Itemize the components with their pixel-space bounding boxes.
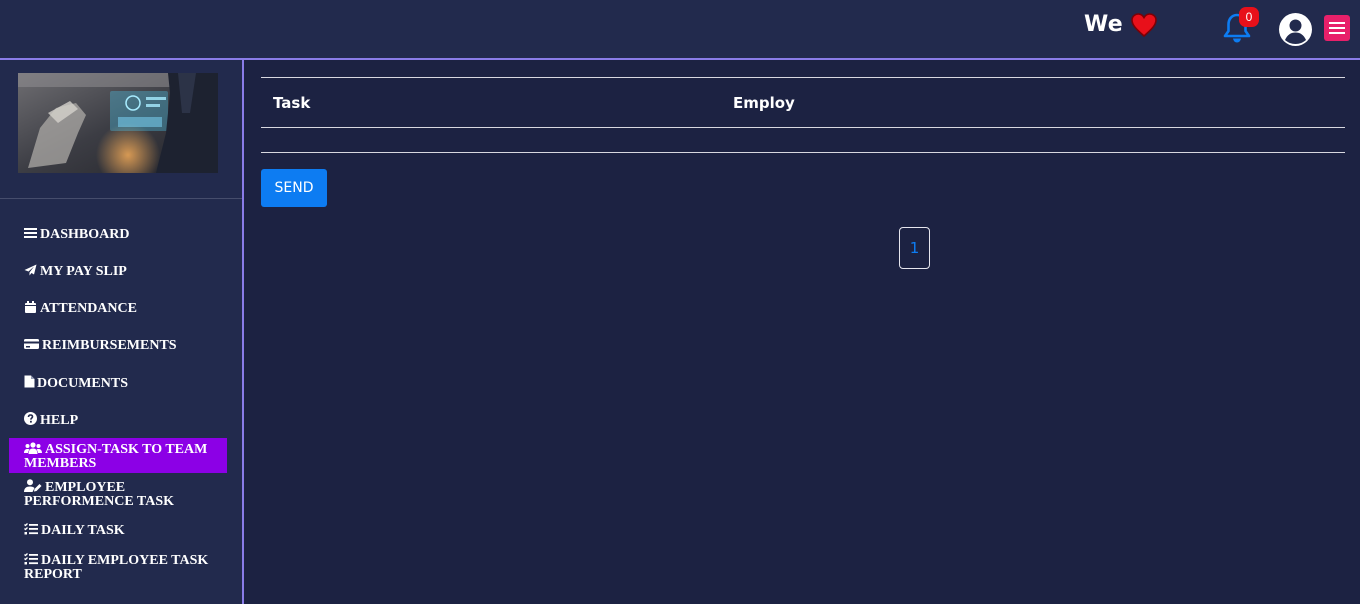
column-header-task: Task xyxy=(273,94,311,112)
tasks-icon xyxy=(24,553,38,565)
table-header-border xyxy=(261,127,1345,128)
sidebar-item-label: EMPLOYEE PERFORMENCE TASK xyxy=(24,480,174,509)
sidebar-item-label: DOCUMENTS xyxy=(37,376,129,391)
tasks-icon xyxy=(24,523,38,535)
sidebar-item-employee-performence-task[interactable]: EMPLOYEE PERFORMENCE TASK xyxy=(9,479,227,509)
top-bar: We 0 xyxy=(0,0,1360,58)
sidebar-item-documents[interactable]: DOCUMENTS xyxy=(9,375,227,391)
menu-line xyxy=(1329,22,1345,24)
menu-line xyxy=(1329,27,1345,29)
hamburger-menu-button[interactable] xyxy=(1324,15,1350,41)
table-bottom-border xyxy=(261,152,1345,153)
menu-line xyxy=(1329,32,1345,34)
sidebar-item-label: REIMBURSEMENTS xyxy=(42,338,177,353)
pagination-page-1[interactable]: 1 xyxy=(899,227,930,269)
sidebar-item-attendance[interactable]: ATTENDANCE xyxy=(9,301,227,316)
user-edit-icon xyxy=(24,479,42,492)
sidebar: DASHBOARD MY PAY SLIP ATTENDANCE REIMBUR… xyxy=(0,60,244,604)
sidebar-item-reimbursements[interactable]: REIMBURSEMENTS xyxy=(9,338,227,353)
sidebar-item-label: DASHBOARD xyxy=(40,227,130,242)
sidebar-item-label: ATTENDANCE xyxy=(40,301,137,316)
sidebar-item-label: DAILY TASK xyxy=(41,523,125,538)
table-top-border xyxy=(261,77,1345,78)
company-banner-image xyxy=(18,73,218,173)
sidebar-item-label: HELP xyxy=(40,413,79,428)
bars-icon xyxy=(24,228,37,238)
sidebar-item-my-pay-slip[interactable]: MY PAY SLIP xyxy=(9,264,227,279)
sidebar-item-assign-task[interactable]: ASSIGN-TASK TO TEAM MEMBERS xyxy=(9,438,227,473)
sidebar-item-daily-task[interactable]: DAILY TASK xyxy=(9,523,227,538)
brand-text: We xyxy=(1084,12,1124,37)
paper-plane-icon xyxy=(24,264,37,276)
sidebar-item-help[interactable]: HELP xyxy=(9,412,227,428)
sidebar-item-label: MY PAY SLIP xyxy=(40,264,127,279)
brand: We xyxy=(1084,12,1157,37)
user-avatar-icon[interactable] xyxy=(1279,13,1312,46)
sidebar-item-dashboard[interactable]: DASHBOARD xyxy=(9,227,227,242)
sidebar-item-label: DAILY EMPLOYEE TASK REPORT xyxy=(24,553,209,582)
sidebar-item-daily-employee-task-report[interactable]: DAILY EMPLOYEE TASK REPORT xyxy=(9,553,227,582)
file-icon xyxy=(24,375,35,388)
question-circle-icon xyxy=(24,412,37,425)
notification-badge: 0 xyxy=(1239,7,1259,27)
sidebar-divider xyxy=(0,198,242,199)
users-icon xyxy=(24,442,42,454)
column-header-employ: Employ xyxy=(733,94,795,112)
calendar-icon xyxy=(25,301,36,313)
credit-card-icon xyxy=(24,339,39,349)
send-button[interactable]: SEND xyxy=(261,169,327,207)
heart-icon xyxy=(1131,12,1157,37)
sidebar-item-label: ASSIGN-TASK TO TEAM MEMBERS xyxy=(24,442,208,471)
